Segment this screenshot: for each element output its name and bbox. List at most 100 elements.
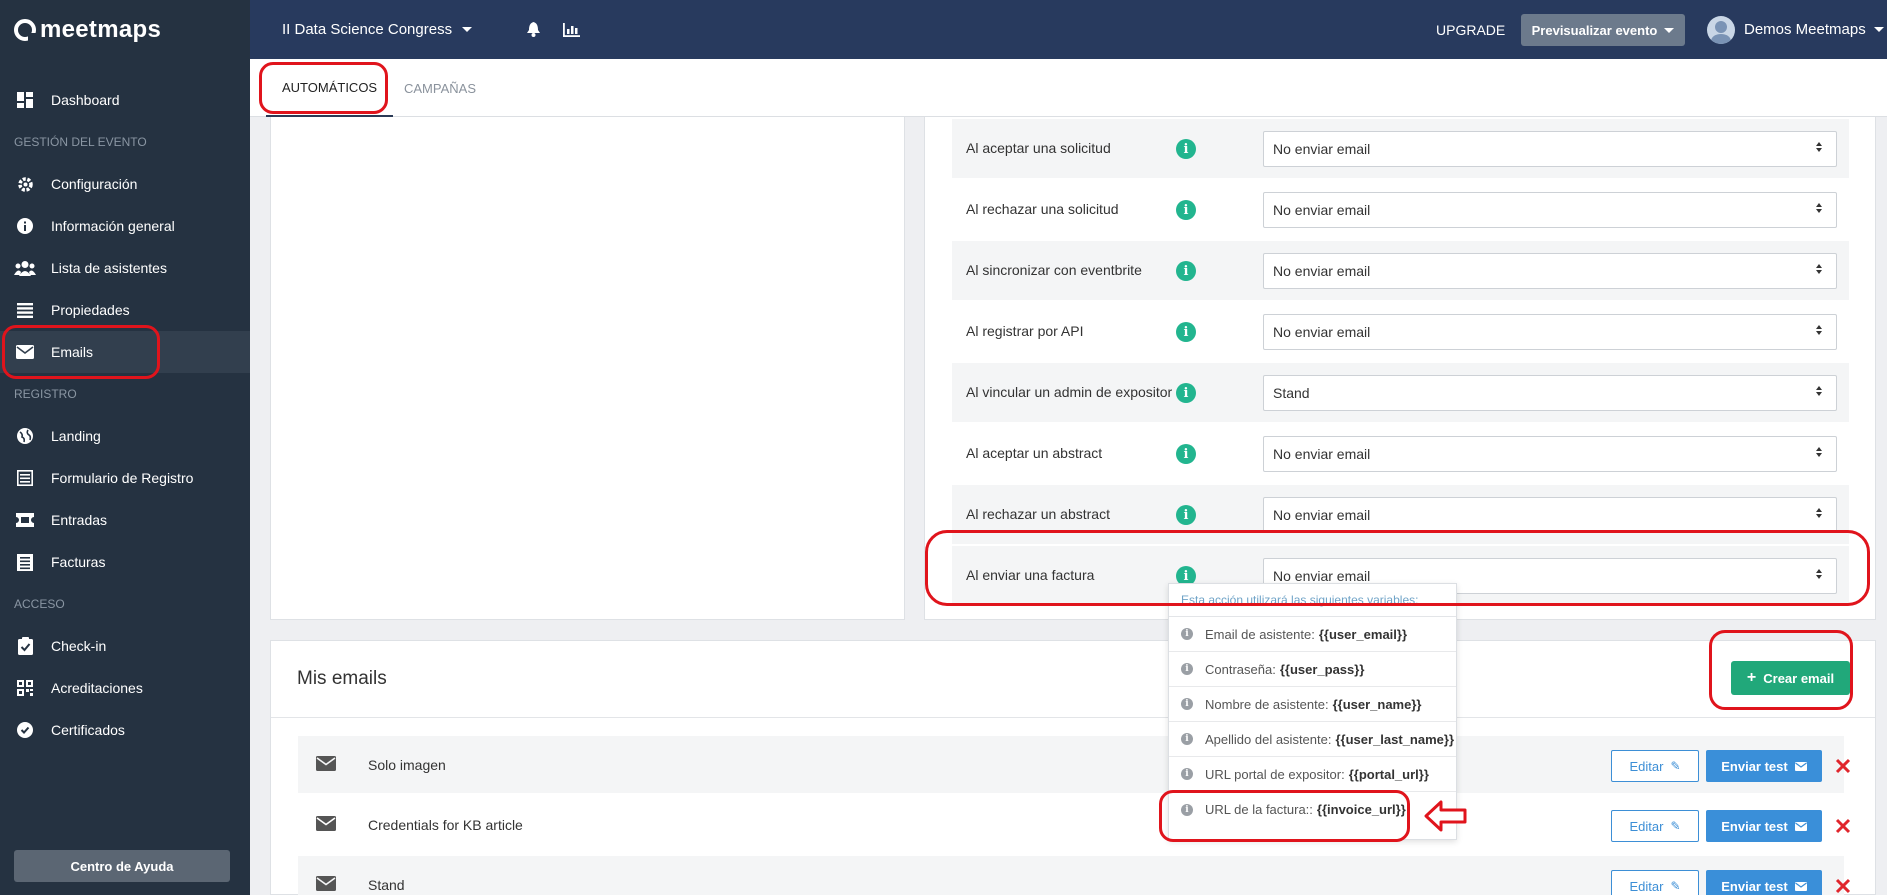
info-icon[interactable]: i [1176, 139, 1196, 159]
email-template-select[interactable]: No enviar email [1263, 192, 1837, 228]
edit-label: Editar [1629, 878, 1664, 894]
sort-arrows-icon [1816, 508, 1822, 518]
auto-email-row: Al aceptar un abstract i No enviar email [952, 424, 1849, 483]
select-value: No enviar email [1273, 141, 1371, 157]
sidebar-item-dashboard[interactable]: Dashboard [0, 79, 250, 121]
delete-icon[interactable] [1835, 878, 1851, 894]
gear-icon [14, 175, 36, 193]
email-row: Solo imagen Editar ✎ Enviar test [298, 736, 1851, 793]
sidebar-item-lista-asistentes[interactable]: Lista de asistentes [0, 247, 250, 289]
sidebar-item-landing[interactable]: Landing [0, 415, 250, 457]
send-test-button[interactable]: Enviar test [1706, 810, 1822, 842]
email-template-select[interactable]: No enviar email [1263, 131, 1837, 167]
bell-icon[interactable] [524, 21, 542, 39]
edit-button[interactable]: Editar ✎ [1611, 750, 1699, 782]
sort-arrows-icon [1816, 447, 1822, 457]
annotation-highlight-emails [2, 325, 160, 379]
sidebar-item-label: Landing [51, 428, 101, 444]
send-test-label: Enviar test [1721, 818, 1788, 834]
sidebar-item-facturas[interactable]: Facturas [0, 541, 250, 583]
sidebar-item-formulario-registro[interactable]: Formulario de Registro [0, 457, 250, 499]
email-row: Stand Editar ✎ Enviar test [298, 856, 1851, 895]
envelope-icon [1794, 761, 1807, 771]
chevron-down-icon [1664, 27, 1675, 33]
delete-icon[interactable] [1835, 818, 1851, 834]
form-icon [14, 469, 36, 487]
send-test-button[interactable]: Enviar test [1706, 750, 1822, 782]
info-icon[interactable]: i [1176, 200, 1196, 220]
my-emails-panel: Mis emails + Crear email Solo imagen Edi… [270, 640, 1876, 895]
email-row: Credentials for KB article Editar ✎ Envia… [298, 796, 1851, 853]
meetmaps-logo[interactable]: meetmaps [0, 0, 250, 59]
variable-label: Apellido del asistente: [1205, 731, 1332, 747]
sidebar-item-label: Check-in [51, 638, 107, 654]
event-name: II Data Science Congress [282, 21, 453, 38]
sort-arrows-icon [1816, 203, 1822, 213]
tab-campanas[interactable]: Campañas [404, 59, 476, 117]
upgrade-link[interactable]: UPGRADE [1436, 22, 1505, 38]
email-name: Credentials for KB article [368, 816, 523, 833]
info-icon[interactable]: i [1176, 444, 1196, 464]
variable-label: Nombre de asistente: [1205, 696, 1329, 712]
variable-token: {{portal_url}} [1348, 766, 1429, 782]
sidebar-item-acreditaciones[interactable]: Acreditaciones [0, 667, 250, 709]
select-value: No enviar email [1273, 263, 1371, 279]
sidebar-item-label: Entradas [51, 512, 108, 528]
sidebar-item-entradas[interactable]: Entradas [0, 499, 250, 541]
info-icon [14, 217, 36, 235]
info-icon: i [1181, 663, 1193, 675]
info-icon: i [1181, 628, 1193, 640]
info-icon[interactable]: i [1176, 322, 1196, 342]
variable-label: URL portal de expositor: [1205, 766, 1345, 782]
preview-event-button[interactable]: Previsualizar evento [1521, 14, 1685, 46]
section-title: Mis emails [297, 668, 387, 689]
sidebar-item-certificados[interactable]: Certificados [0, 709, 250, 751]
envelope-icon [1794, 821, 1807, 831]
sidebar-item-informacion-general[interactable]: Información general [0, 205, 250, 247]
sort-arrows-icon [1816, 142, 1822, 152]
user-name: Demos Meetmaps [1744, 21, 1866, 38]
info-icon[interactable]: i [1176, 505, 1196, 525]
sort-arrows-icon [1816, 264, 1822, 274]
sidebar-item-check-in[interactable]: Check-in [0, 625, 250, 667]
send-test-label: Enviar test [1721, 758, 1788, 774]
edit-button[interactable]: Editar ✎ [1611, 810, 1699, 842]
email-template-select[interactable]: No enviar email [1263, 314, 1837, 350]
edit-button[interactable]: Editar ✎ [1611, 870, 1699, 895]
sidebar-section-gestion: Gestión del evento [14, 135, 147, 149]
users-icon [14, 259, 36, 277]
left-panel [270, 117, 905, 620]
sidebar-item-label: Formulario de Registro [51, 470, 194, 486]
info-icon[interactable]: i [1176, 383, 1196, 403]
variable-item: i URL portal de expositor: {{portal_url}} [1169, 757, 1456, 792]
sidebar-item-configuracion[interactable]: Configuración [0, 163, 250, 205]
edit-icon: ✎ [1670, 879, 1681, 893]
row-label: Al aceptar una solicitud [966, 140, 1111, 156]
logo-text: meetmaps [40, 15, 162, 43]
email-template-select[interactable]: No enviar email [1263, 497, 1837, 533]
annotation-highlight-invoice-url [1159, 790, 1410, 842]
email-template-select[interactable]: Stand [1263, 375, 1837, 411]
envelope-icon [316, 756, 336, 776]
email-template-select[interactable]: No enviar email [1263, 436, 1837, 472]
auto-email-row: Al registrar por API i No enviar email [952, 302, 1849, 361]
delete-icon[interactable] [1835, 758, 1851, 774]
sidebar-item-label: Acreditaciones [51, 680, 143, 696]
edit-icon: ✎ [1670, 759, 1681, 773]
select-value: No enviar email [1273, 202, 1371, 218]
clipboard-check-icon [14, 637, 36, 655]
info-icon[interactable]: i [1176, 261, 1196, 281]
select-value: No enviar email [1273, 507, 1371, 523]
chart-bar-icon[interactable] [562, 21, 580, 39]
invoice-icon [14, 553, 36, 571]
sidebar-item-label: Lista de asistentes [51, 260, 167, 276]
send-test-button[interactable]: Enviar test [1706, 870, 1822, 895]
event-selector[interactable]: II Data Science Congress [282, 21, 473, 38]
annotation-highlight-invoice-row [925, 530, 1870, 606]
row-label: Al vincular un admin de expositor [966, 384, 1173, 400]
help-center-button[interactable]: Centro de Ayuda [14, 850, 230, 882]
auto-email-row: Al vincular un admin de expositor i Stan… [952, 363, 1849, 422]
select-value: Stand [1273, 385, 1310, 401]
email-template-select[interactable]: No enviar email [1263, 253, 1837, 289]
user-menu[interactable]: Demos Meetmaps [1707, 15, 1884, 44]
